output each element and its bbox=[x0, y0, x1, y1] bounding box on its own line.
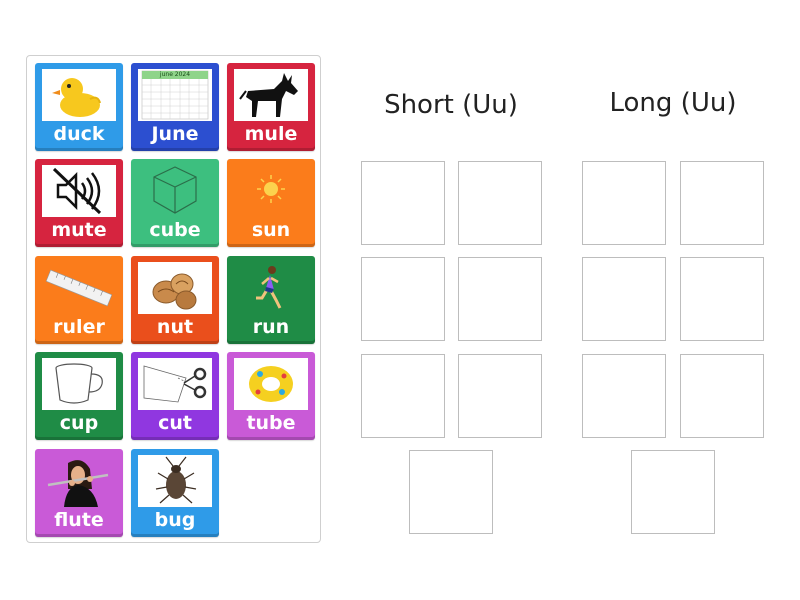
card-mute[interactable]: mute bbox=[35, 159, 123, 247]
long-drop-slot[interactable] bbox=[631, 450, 715, 534]
card-label: flute bbox=[54, 509, 104, 531]
calendar-title: june 2024 bbox=[159, 71, 191, 78]
short-drop-slot[interactable] bbox=[361, 354, 445, 438]
sun-icon bbox=[234, 165, 308, 217]
short-drop-slot[interactable] bbox=[458, 257, 542, 341]
cup-icon bbox=[42, 358, 116, 410]
card-cup[interactable]: cup bbox=[35, 352, 123, 440]
card-duck[interactable]: duck bbox=[35, 63, 123, 151]
short-drop-slot[interactable] bbox=[361, 257, 445, 341]
card-label: run bbox=[252, 316, 290, 338]
short-drop-slot[interactable] bbox=[361, 161, 445, 245]
scissors-cut-icon bbox=[138, 358, 212, 410]
flute-player-icon bbox=[42, 455, 116, 507]
card-label: cube bbox=[149, 219, 201, 241]
card-label: sun bbox=[251, 219, 291, 241]
rubber-duck-icon bbox=[42, 69, 116, 121]
card-nut[interactable]: nut bbox=[131, 256, 219, 344]
mule-icon bbox=[234, 69, 308, 121]
long-drop-slot[interactable] bbox=[582, 161, 666, 245]
card-mule[interactable]: mule bbox=[227, 63, 315, 151]
long-drop-slot[interactable] bbox=[582, 257, 666, 341]
short-drop-slot[interactable] bbox=[409, 450, 493, 534]
card-label: cup bbox=[59, 412, 99, 434]
mute-speaker-icon bbox=[42, 165, 116, 217]
card-cut[interactable]: cut bbox=[131, 352, 219, 440]
swim-tube-icon bbox=[234, 358, 308, 410]
long-drop-slot[interactable] bbox=[582, 354, 666, 438]
card-sun[interactable]: sun bbox=[227, 159, 315, 247]
group-heading-long: Long (Uu) bbox=[609, 88, 737, 118]
long-drop-slot[interactable] bbox=[680, 354, 764, 438]
card-label: bug bbox=[154, 509, 196, 531]
card-tray: duck june 2024 June mule mute cube sun r… bbox=[26, 55, 321, 543]
card-cube[interactable]: cube bbox=[131, 159, 219, 247]
group-heading-short: Short (Uu) bbox=[384, 90, 518, 120]
card-june[interactable]: june 2024 June bbox=[131, 63, 219, 151]
card-label: nut bbox=[156, 316, 194, 338]
card-bug[interactable]: bug bbox=[131, 449, 219, 537]
runner-icon bbox=[234, 262, 308, 314]
short-drop-slot[interactable] bbox=[458, 161, 542, 245]
card-label: June bbox=[151, 123, 199, 145]
card-label: mute bbox=[51, 219, 107, 241]
card-flute[interactable]: flute bbox=[35, 449, 123, 537]
card-label: ruler bbox=[53, 316, 105, 338]
card-ruler[interactable]: ruler bbox=[35, 256, 123, 344]
card-label: duck bbox=[53, 123, 105, 145]
walnut-icon bbox=[138, 262, 212, 314]
card-run[interactable]: run bbox=[227, 256, 315, 344]
ruler-icon bbox=[42, 262, 116, 314]
cube-icon bbox=[138, 165, 212, 217]
bug-icon bbox=[138, 455, 212, 507]
card-label: cut bbox=[158, 412, 192, 434]
long-drop-slot[interactable] bbox=[680, 257, 764, 341]
calendar-icon: june 2024 bbox=[138, 69, 212, 121]
card-label: tube bbox=[246, 412, 296, 434]
short-drop-slot[interactable] bbox=[458, 354, 542, 438]
card-label: mule bbox=[244, 123, 298, 145]
card-tube[interactable]: tube bbox=[227, 352, 315, 440]
long-drop-slot[interactable] bbox=[680, 161, 764, 245]
